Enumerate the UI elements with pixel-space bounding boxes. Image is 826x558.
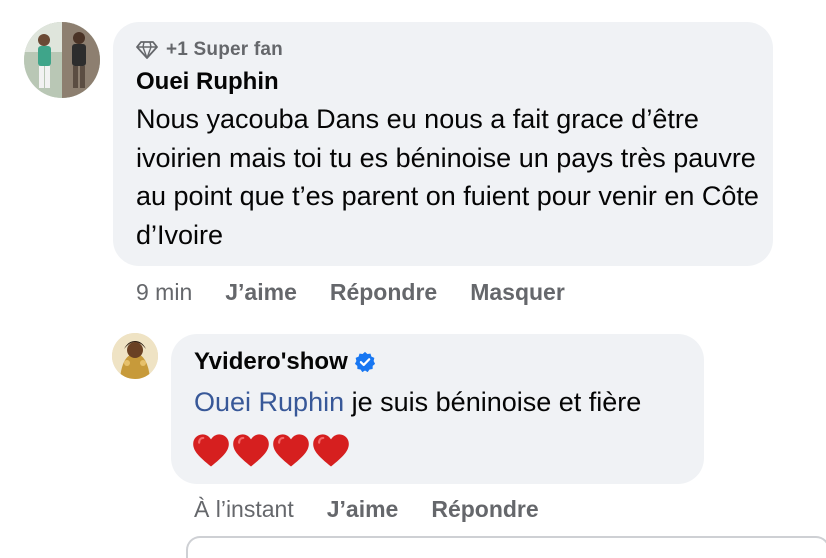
reply-author[interactable]: Yvidero'show xyxy=(194,348,376,376)
reply-actions: À l’instant J’aime Répondre xyxy=(194,494,539,524)
mention-link[interactable]: Ouei Ruphin xyxy=(194,387,344,417)
badge-label: +1 Super fan xyxy=(166,39,283,60)
reply-button[interactable]: Répondre xyxy=(431,496,538,523)
comment-text: Nous yacouba Dans eu nous a fait grace d… xyxy=(136,104,759,250)
diamond-icon xyxy=(136,41,158,59)
comment-input-field[interactable] xyxy=(186,536,826,558)
reply-button[interactable]: Répondre xyxy=(330,279,437,306)
comment-actions: 9 min J’aime Répondre Masquer xyxy=(136,277,565,307)
comment-timestamp[interactable]: 9 min xyxy=(136,279,192,306)
reply-avatar[interactable] xyxy=(112,333,158,379)
reply-message: je suis béninoise et fière xyxy=(351,387,642,417)
commenter-avatar[interactable] xyxy=(24,22,100,98)
hide-button[interactable]: Masquer xyxy=(470,279,565,306)
avatar-photo xyxy=(112,333,158,379)
verified-badge-icon xyxy=(354,351,375,373)
red-heart-icon xyxy=(193,434,229,467)
red-heart-icon xyxy=(233,434,269,467)
super-fan-badge[interactable]: +1 Super fan xyxy=(136,38,283,62)
reply-author-name[interactable]: Yvidero'show xyxy=(194,348,348,376)
avatar-photo xyxy=(24,22,100,98)
red-heart-icon xyxy=(313,434,349,467)
comment-author-name[interactable]: Ouei Ruphin xyxy=(136,68,279,96)
like-button[interactable]: J’aime xyxy=(327,496,399,523)
reply-text: Ouei Ruphin je suis béninoise et fière xyxy=(194,384,641,420)
red-heart-icon xyxy=(273,434,309,467)
heart-emojis xyxy=(192,432,350,470)
like-button[interactable]: J’aime xyxy=(225,279,297,306)
reply-timestamp[interactable]: À l’instant xyxy=(194,496,294,523)
